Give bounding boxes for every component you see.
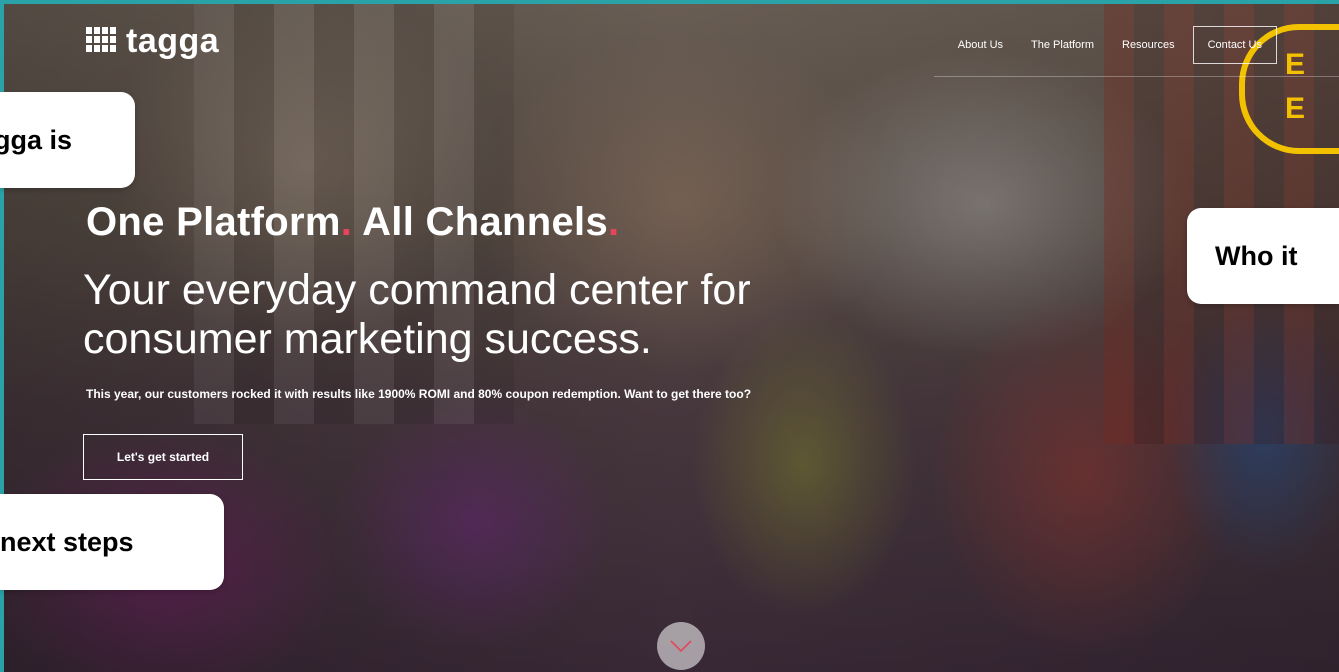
nav-resources[interactable]: Resources xyxy=(1108,26,1189,64)
nav-contact-us-button[interactable]: Contact Us xyxy=(1192,26,1277,64)
callout-overlay-left-top: gga is xyxy=(0,92,135,188)
hero-subtitle: Your everyday command center for consume… xyxy=(83,266,751,363)
callout-text: Who it xyxy=(1215,240,1298,271)
nav-divider xyxy=(934,76,1339,77)
hero-title-dot-1: . xyxy=(340,200,353,244)
grid-dots-icon xyxy=(86,27,118,55)
hero-description: This year, our customers rocked it with … xyxy=(86,387,752,401)
site-logo[interactable]: tagga xyxy=(86,24,219,58)
hero-title-part1: One Platform xyxy=(86,200,341,244)
hero-title-part2: All Channels xyxy=(362,200,608,244)
scroll-down-button[interactable] xyxy=(657,622,705,670)
callout-overlay-right: Who it xyxy=(1187,208,1339,304)
logo-text: tagga xyxy=(126,22,220,60)
nav-the-platform[interactable]: The Platform xyxy=(1017,26,1108,64)
nav-about-us[interactable]: About Us xyxy=(944,26,1017,64)
hero-title: One Platform. All Channels. xyxy=(86,200,619,245)
hero-title-dot-2: . xyxy=(608,200,620,244)
main-nav: About Us The Platform Resources Contact … xyxy=(944,26,1277,64)
callout-text: next steps xyxy=(0,526,134,557)
callout-overlay-left-bottom: next steps xyxy=(0,494,224,590)
chevron-down-icon xyxy=(670,640,692,653)
callout-text: gga is xyxy=(0,124,73,155)
get-started-button[interactable]: Let's get started xyxy=(83,434,243,480)
ee-letter-2: E xyxy=(1285,92,1306,125)
